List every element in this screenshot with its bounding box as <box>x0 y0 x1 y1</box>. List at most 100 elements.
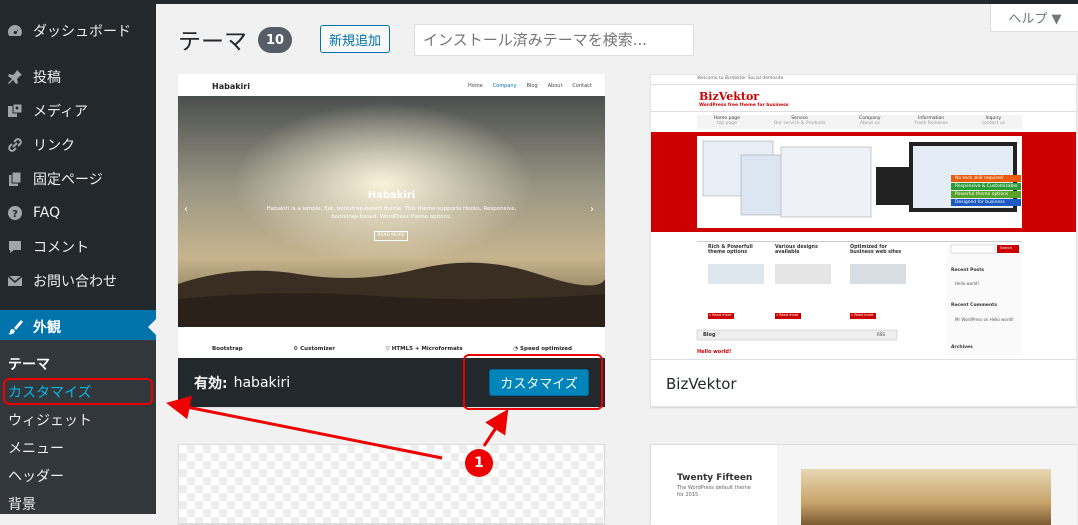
link-icon <box>7 137 23 153</box>
help-tab-button[interactable]: ヘルプ ▼ <box>990 4 1078 32</box>
add-new-button[interactable]: 新規追加 <box>320 25 390 53</box>
preview-nav-item: Company About us <box>859 116 880 126</box>
submenu-widgets[interactable]: ウィジェット <box>8 410 92 430</box>
theme-name-bar: BizVektor <box>651 359 1076 407</box>
pin-icon <box>7 69 23 85</box>
preview-feature: ▽ HTML5 + Microformats <box>385 346 463 352</box>
theme-card-no-screenshot[interactable] <box>178 444 605 524</box>
sidebar-item-dashboard[interactable]: ダッシュボード <box>0 14 156 48</box>
preview-logo: BizVektor <box>699 90 760 103</box>
preview-recent-comments: Recent Comments <box>951 303 998 308</box>
sidebar-item-label: 外観 <box>33 320 61 336</box>
sidebar-item-comments[interactable]: コメント <box>0 230 156 264</box>
preview-features: Bootstrap ⚙ Customizer ▽ HTML5 + Microfo… <box>212 346 572 352</box>
sidebar-item-contact[interactable]: お問い合わせ <box>0 264 156 298</box>
preview-feature: Various designs available <box>775 245 818 255</box>
preview-feature: ⚙ Customizer <box>293 346 336 352</box>
preview-nav-item: Blog <box>526 83 538 89</box>
comment-icon <box>7 239 23 255</box>
nav-sub: top page <box>716 121 737 126</box>
sidebar-item-label: 投稿 <box>33 70 61 86</box>
preview-nav: Home Company Blog About Contact <box>468 83 592 89</box>
theme-screenshot-bizvektor[interactable]: Welcome to BizVektor Social demosite Biz… <box>651 75 1076 359</box>
theme-name: BizVektor <box>666 374 737 393</box>
nav-sub: About us <box>859 121 880 126</box>
theme-screenshot-habakiri[interactable]: Habakiri Home Company Blog About Contact… <box>178 74 605 358</box>
preview-nav-item: Information Fresh Releases <box>914 116 947 126</box>
active-theme-name: habakiri <box>233 374 291 391</box>
twentyfifteen-preview-image <box>801 469 1051 525</box>
page-icon <box>7 171 23 187</box>
dashboard-icon <box>7 23 23 39</box>
question-icon: ? <box>7 205 23 221</box>
preview-rss: RSS <box>877 332 885 337</box>
main-content: テーマ 10 新規追加 ヘルプ ▼ <box>156 4 1078 525</box>
submenu-background[interactable]: 背景 <box>8 494 36 514</box>
sidebar-item-label: ダッシュボード <box>33 24 131 40</box>
annotation-step-number: 1 <box>465 449 493 477</box>
twentyfifteen-preview-title: Twenty Fifteen <box>677 473 753 483</box>
preview-topline: Welcome to BizVektor Social demosite <box>697 76 784 81</box>
preview-recent-posts: Recent Posts <box>951 268 985 273</box>
theme-card-twentyfifteen[interactable]: Twenty Fifteen The WordPress default the… <box>650 444 1077 525</box>
nav-sub: Fresh Releases <box>914 121 948 126</box>
theme-search-input[interactable] <box>414 24 694 56</box>
preview-nav: Home page top page Service Our service & P… <box>697 116 1022 126</box>
sidebar-item-label: リンク <box>33 138 75 154</box>
submenu-header[interactable]: ヘッダー <box>8 466 64 486</box>
preview-badge: Designed for business <box>951 199 1022 206</box>
preview-read-more: » Read more <box>851 313 874 317</box>
theme-count-badge: 10 <box>258 27 292 53</box>
preview-feature: Optimized for business web sites <box>850 245 902 255</box>
preview-recent-post-item: Hello world! <box>955 281 980 286</box>
sidebar-item-media[interactable]: メディア <box>0 94 156 128</box>
preview-prev-arrow-icon: ‹ <box>184 204 188 215</box>
preview-hero-title: Habakiri <box>367 190 416 201</box>
sidebar-item-posts[interactable]: 投稿 <box>0 60 156 94</box>
sidebar-item-label: 固定ページ <box>33 172 103 188</box>
sidebar-item-label: コメント <box>33 240 89 256</box>
sidebar-item-label: メディア <box>33 104 89 120</box>
theme-card-bizvektor[interactable]: Welcome to BizVektor Social demosite Biz… <box>650 74 1077 407</box>
active-label: 有効: <box>194 375 228 392</box>
media-icon <box>7 103 23 119</box>
preview-blog-heading: Blog <box>703 332 716 338</box>
sidebar-item-links[interactable]: リンク <box>0 128 156 162</box>
preview-badge: Responsive & Customizable <box>951 183 1022 190</box>
preview-nav-item: Home <box>468 83 483 89</box>
preview-badges: No tech skill required Responsive & Cust… <box>951 175 1022 206</box>
twentyfifteen-preview-main <box>777 445 1077 525</box>
preview-nav-item: Inquiry contact us <box>982 116 1005 126</box>
preview-next-arrow-icon: › <box>590 204 594 215</box>
page-title: テーマ <box>178 29 247 55</box>
preview-badge: No tech skill required <box>951 175 1022 182</box>
svg-text:?: ? <box>12 209 18 220</box>
submenu-themes[interactable]: テーマ <box>8 354 50 374</box>
brush-icon <box>7 319 23 335</box>
preview-tagline: WordPress free theme for business <box>699 103 789 108</box>
preview-post-title: Hello world! <box>697 349 732 355</box>
sidebar-item-label: お問い合わせ <box>33 274 117 290</box>
preview-hero-text: Habakiri is a simple, flat, bootstrap-ba… <box>266 206 517 220</box>
preview-search-button: Search <box>1000 246 1013 250</box>
preview-hero-button: READ MORE <box>374 231 408 241</box>
preview-read-more: » Read more <box>709 313 732 317</box>
nav-sub: Our service & Products <box>773 121 826 126</box>
preview-badge: Powerful theme options <box>951 191 1022 198</box>
preview-nav-item: About <box>547 83 563 89</box>
preview-nav-item: Home page top page <box>714 116 740 126</box>
appearance-submenu: テーマ カスタマイズ ウィジェット メニュー ヘッダー 背景 <box>0 340 156 514</box>
sidebar-item-faq[interactable]: ? FAQ <box>0 196 156 230</box>
preview-nav-item: Company <box>492 83 517 89</box>
preview-feature: ◔ Speed optimized <box>513 346 572 352</box>
sidebar-item-appearance[interactable]: 外観 <box>0 310 156 344</box>
sidebar-item-pages[interactable]: 固定ページ <box>0 162 156 196</box>
submenu-menus[interactable]: メニュー <box>8 438 64 458</box>
sidebar-item-label: FAQ <box>33 205 61 221</box>
twentyfifteen-preview-text: The WordPress default theme for 2015. <box>677 485 751 498</box>
preview-site-name: Habakiri <box>212 82 250 91</box>
preview-comment-item: Mr WordPress on Hello world! <box>955 317 1014 322</box>
preview-nav-item: Service Our service & Products <box>774 116 826 126</box>
preview-archives: Archives <box>951 345 973 350</box>
mail-icon <box>7 273 23 289</box>
